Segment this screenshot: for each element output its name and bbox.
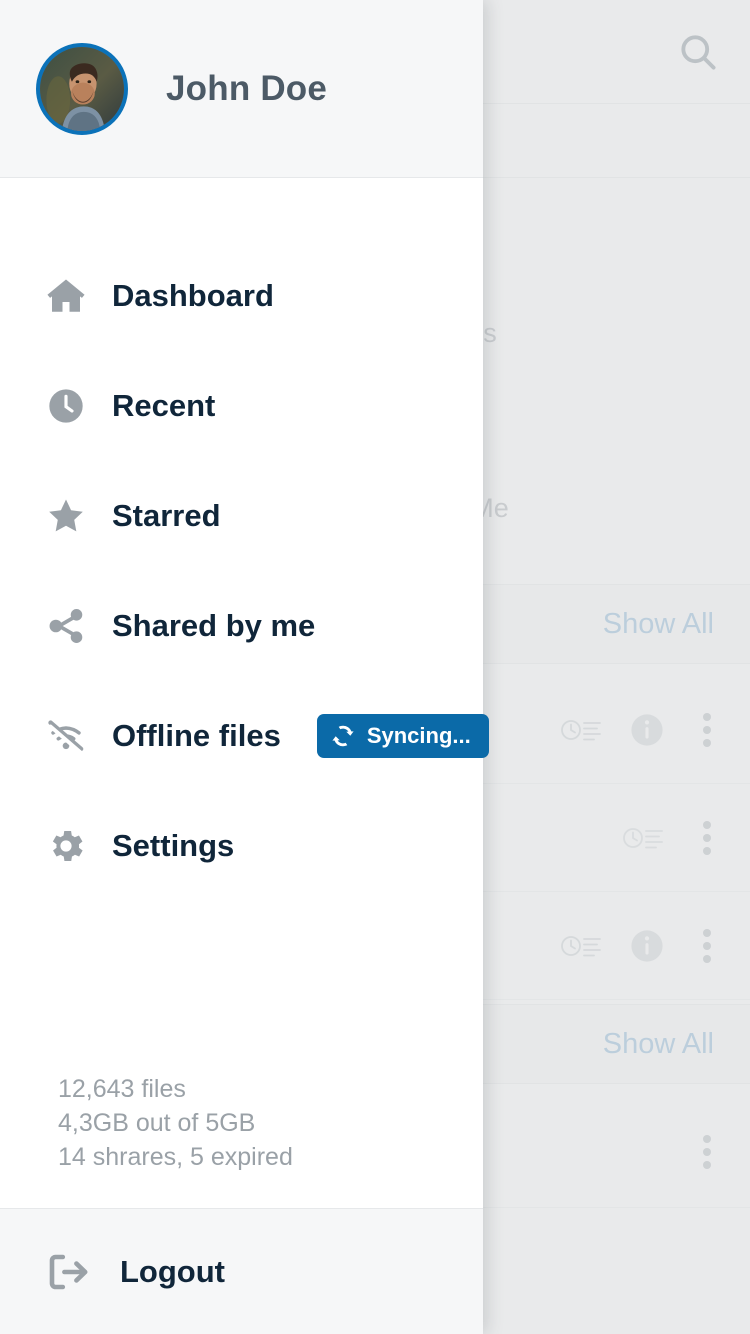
avatar[interactable] xyxy=(36,42,128,135)
user-name: John Doe xyxy=(166,68,328,108)
sidebar-item-shared-by-me[interactable]: Shared by me xyxy=(0,596,483,656)
sidebar-item-recent[interactable]: Recent xyxy=(0,376,483,436)
sidebar-item-label: Settings xyxy=(112,828,235,863)
share-icon xyxy=(44,604,88,648)
storage-stats: 12,643 files 4,3GB out of 5GB 14 shrares… xyxy=(0,1072,483,1208)
wifi-off-icon xyxy=(44,714,88,758)
stats-files: 12,643 files xyxy=(58,1075,186,1103)
logout-label: Logout xyxy=(120,1253,226,1289)
status-badge[interactable]: Syncing... xyxy=(316,714,489,758)
stats-shares: 14 shrares, 5 expired xyxy=(58,1143,293,1171)
logout-icon xyxy=(44,1248,92,1296)
status-badge-label: Syncing... xyxy=(366,723,471,748)
user-photo-avatar xyxy=(40,46,124,131)
star-icon xyxy=(44,494,88,538)
app-root: Team Folders Shared with Me xyxy=(0,0,750,1334)
gear-icon xyxy=(44,824,88,868)
sidebar-item-settings[interactable]: Settings xyxy=(0,816,483,876)
sidebar-item-label: Recent xyxy=(112,388,216,423)
sidebar-item-dashboard[interactable]: Dashboard xyxy=(0,266,483,326)
stats-storage: 4,3GB out of 5GB xyxy=(58,1109,256,1137)
sync-icon xyxy=(332,725,354,747)
drawer-nav-list: Dashboard Recent Starred Shared by me Of… xyxy=(0,178,489,1072)
sidebar-item-label: Offline files xyxy=(112,718,281,753)
drawer-user-header[interactable]: John Doe xyxy=(0,0,483,178)
home-icon xyxy=(44,274,88,318)
logout-button[interactable]: Logout xyxy=(0,1208,483,1334)
navigation-drawer: John Doe Dashboard Recent Starred Shared… xyxy=(0,0,489,1334)
sidebar-item-starred[interactable]: Starred xyxy=(0,486,483,546)
sidebar-item-offline-files[interactable]: Offline files Syncing... xyxy=(0,706,489,766)
sidebar-item-label: Shared by me xyxy=(112,608,316,643)
clock-icon xyxy=(44,384,88,428)
sidebar-item-label: Starred xyxy=(112,498,221,533)
sidebar-item-label: Dashboard xyxy=(112,278,274,313)
